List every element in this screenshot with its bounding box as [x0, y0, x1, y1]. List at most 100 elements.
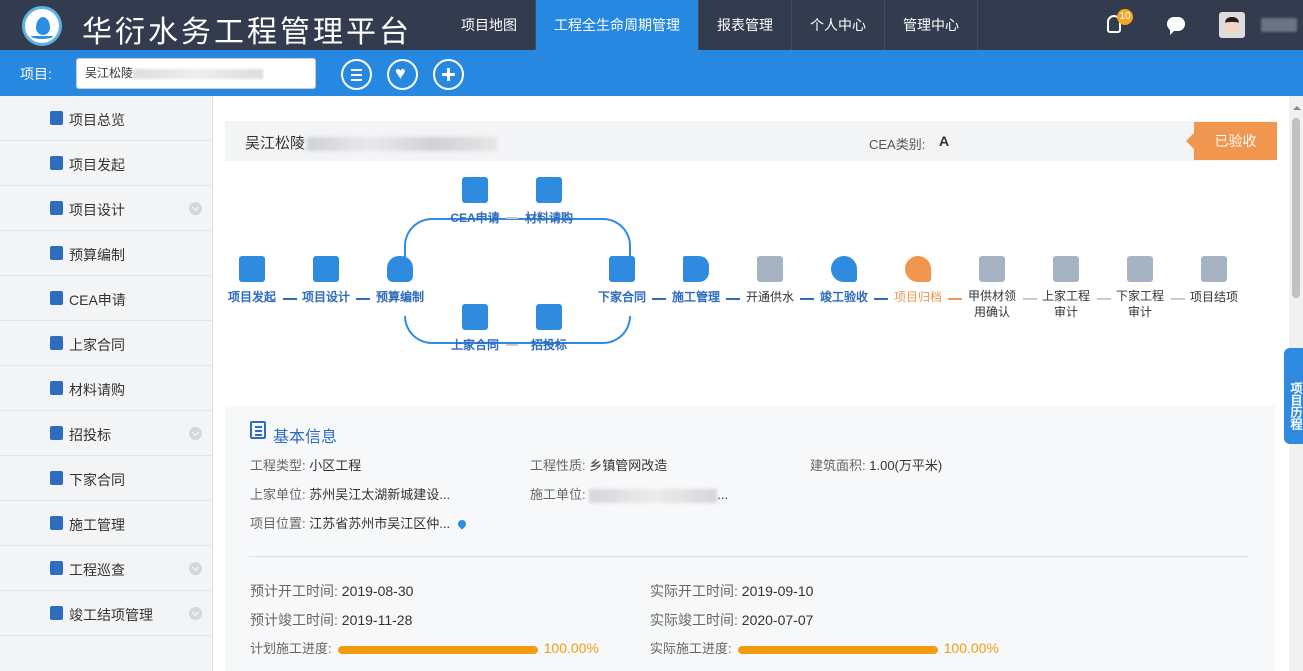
step-label: 竣工验收: [819, 290, 868, 304]
sidebar-item-budget[interactable]: 预算编制: [0, 231, 212, 276]
sidebar-item-lower-contract[interactable]: 下家合同: [0, 456, 212, 501]
initiate-icon: [50, 156, 63, 170]
project-selector-input[interactable]: 吴江松陵: [76, 58, 316, 89]
field-value: 乡镇管网改造: [589, 458, 668, 473]
step-lower-contract[interactable]: 下家合同: [596, 256, 648, 305]
nav-item-reports[interactable]: 报表管理: [699, 0, 792, 50]
step-project-start[interactable]: 项目发起: [227, 256, 277, 305]
field-value: 江苏省苏州市吴江区仲...: [309, 516, 451, 531]
connector: [1171, 298, 1185, 300]
step-project-design[interactable]: 项目设计: [301, 256, 351, 305]
step-material[interactable]: 材料请购: [523, 177, 575, 226]
grid-icon: [239, 256, 265, 282]
field-area: 建筑面积: 1.00(万平米): [810, 455, 942, 474]
sidebar-item-label: 预算编制: [69, 247, 125, 263]
designer-icon: [50, 201, 63, 215]
step-budget[interactable]: 预算编制: [374, 256, 426, 305]
step-supplied-material[interactable]: 甲供材领 用确认: [965, 256, 1019, 320]
connector: [1097, 298, 1111, 300]
step-construction[interactable]: 施工管理: [670, 256, 722, 305]
basic-info-panel: 基本信息 工程类型: 小区工程 工程性质: 乡镇管网改造 建筑面积: 1.00(…: [225, 406, 1275, 671]
workflow-lower-loop: [404, 316, 631, 344]
field-value: 2020-07-07: [741, 612, 814, 628]
designer-icon: [313, 256, 339, 282]
connector: [726, 298, 740, 300]
step-label: 项目归档: [893, 290, 942, 304]
inspection-icon: [50, 561, 63, 575]
field-value: 小区工程: [309, 458, 362, 473]
notifications-button[interactable]: 10: [1101, 7, 1137, 43]
main-nav: 项目地图 工程全生命周期管理 报表管理 个人中心 管理中心: [443, 0, 978, 50]
field-label: 预计竣工时间:: [250, 612, 338, 628]
key-icon: [831, 256, 857, 282]
step-label: 招投标: [530, 338, 567, 352]
project-list-button[interactable]: [341, 59, 372, 90]
sidebar-item-upper-contract[interactable]: 上家合同: [0, 321, 212, 366]
field-actual-end: 实际竣工时间: 2020-07-07: [650, 610, 813, 630]
stack-icon: [50, 426, 63, 440]
sidebar-item-material[interactable]: 材料请购: [0, 366, 212, 411]
connector: [874, 298, 888, 300]
sidebar-item-label: 项目设计: [69, 202, 125, 218]
sidebar-item-closing[interactable]: 竣工结项管理: [0, 591, 212, 636]
mail-icon: [536, 177, 562, 203]
messages-button[interactable]: [1159, 7, 1195, 43]
step-closing[interactable]: 项目结项: [1187, 256, 1241, 305]
step-label: 项目结项: [1189, 290, 1238, 304]
step-archive[interactable]: 项目归档: [892, 256, 944, 305]
project-bar: 项目: 吴江松陵: [0, 50, 1303, 96]
document-export-icon: [1201, 256, 1227, 282]
sidebar-item-label: 上家合同: [69, 337, 125, 353]
nav-item-lifecycle[interactable]: 工程全生命周期管理: [536, 0, 699, 50]
map-pin-icon[interactable]: [456, 518, 468, 530]
sidebar-item-overview[interactable]: 项目总览: [0, 96, 212, 141]
nav-item-admin[interactable]: 管理中心: [885, 0, 978, 50]
header-actions: 10: [1079, 0, 1303, 50]
field-label: 计划施工进度:: [250, 641, 332, 656]
clipboard-icon: [462, 177, 488, 203]
clipboard-icon: [50, 291, 63, 305]
add-project-button[interactable]: [433, 59, 464, 90]
step-water-supply[interactable]: 开通供水: [743, 256, 797, 305]
actual-progress-percent: 100.00%: [943, 640, 999, 656]
field-label: 工程类型:: [250, 458, 306, 473]
sidebar-item-inspection[interactable]: 工程巡查: [0, 546, 212, 591]
sidebar-item-construction[interactable]: 施工管理: [0, 501, 212, 546]
connector: [356, 298, 370, 300]
step-acceptance[interactable]: 竣工验收: [818, 256, 870, 305]
sidebar-item-cea[interactable]: CEA申请: [0, 276, 212, 321]
sidebar-item-label: 项目发起: [69, 157, 125, 173]
nav-item-personal[interactable]: 个人中心: [792, 0, 885, 50]
user-avatar[interactable]: [1219, 12, 1245, 38]
field-value: 1.00(万平米): [869, 458, 943, 473]
plan-progress-percent: 100.00%: [543, 640, 599, 656]
step-label: CEA申请: [450, 211, 500, 225]
scroll-thumb[interactable]: [1292, 118, 1300, 298]
step-cea[interactable]: CEA申请: [450, 177, 500, 226]
step-lower-audit[interactable]: 下家工程 审计: [1113, 256, 1167, 320]
scroll-up-arrow-icon[interactable]: [1293, 102, 1301, 110]
field-label: 施工单位:: [530, 487, 586, 502]
project-history-tab[interactable]: 项目历程: [1284, 348, 1303, 444]
step-upper-audit[interactable]: 上家工程 审计: [1039, 256, 1093, 320]
step-upper-contract[interactable]: 上家合同: [450, 304, 500, 353]
field-label: 实际竣工时间:: [650, 612, 738, 628]
field-label: 上家单位:: [250, 487, 306, 502]
nav-item-map[interactable]: 项目地图: [443, 0, 536, 50]
step-bidding[interactable]: 招投标: [524, 304, 574, 353]
sidebar-item-label: 材料请购: [69, 382, 125, 398]
user-name-redacted[interactable]: [1261, 18, 1297, 32]
step-label: 审计: [1053, 305, 1078, 319]
main-content: 吴江松陵 CEA类别: A 已验收 项目发起 项目设计 预算编制 CEA申请 材…: [213, 96, 1303, 671]
step-label: 用确认: [973, 305, 1010, 319]
step-label: 上家合同: [450, 338, 499, 352]
field-eng-nature: 工程性质: 乡镇管网改造: [530, 455, 667, 474]
sidebar-item-design[interactable]: 项目设计: [0, 186, 212, 231]
sidebar-item-bidding[interactable]: 招投标: [0, 411, 212, 456]
favorite-button[interactable]: [387, 59, 418, 90]
field-label: 工程性质:: [530, 458, 586, 473]
document-export-icon: [1127, 256, 1153, 282]
sidebar-item-label: 竣工结项管理: [69, 607, 153, 623]
sidebar-item-initiate[interactable]: 项目发起: [0, 141, 212, 186]
field-label: 预计开工时间:: [250, 583, 338, 599]
